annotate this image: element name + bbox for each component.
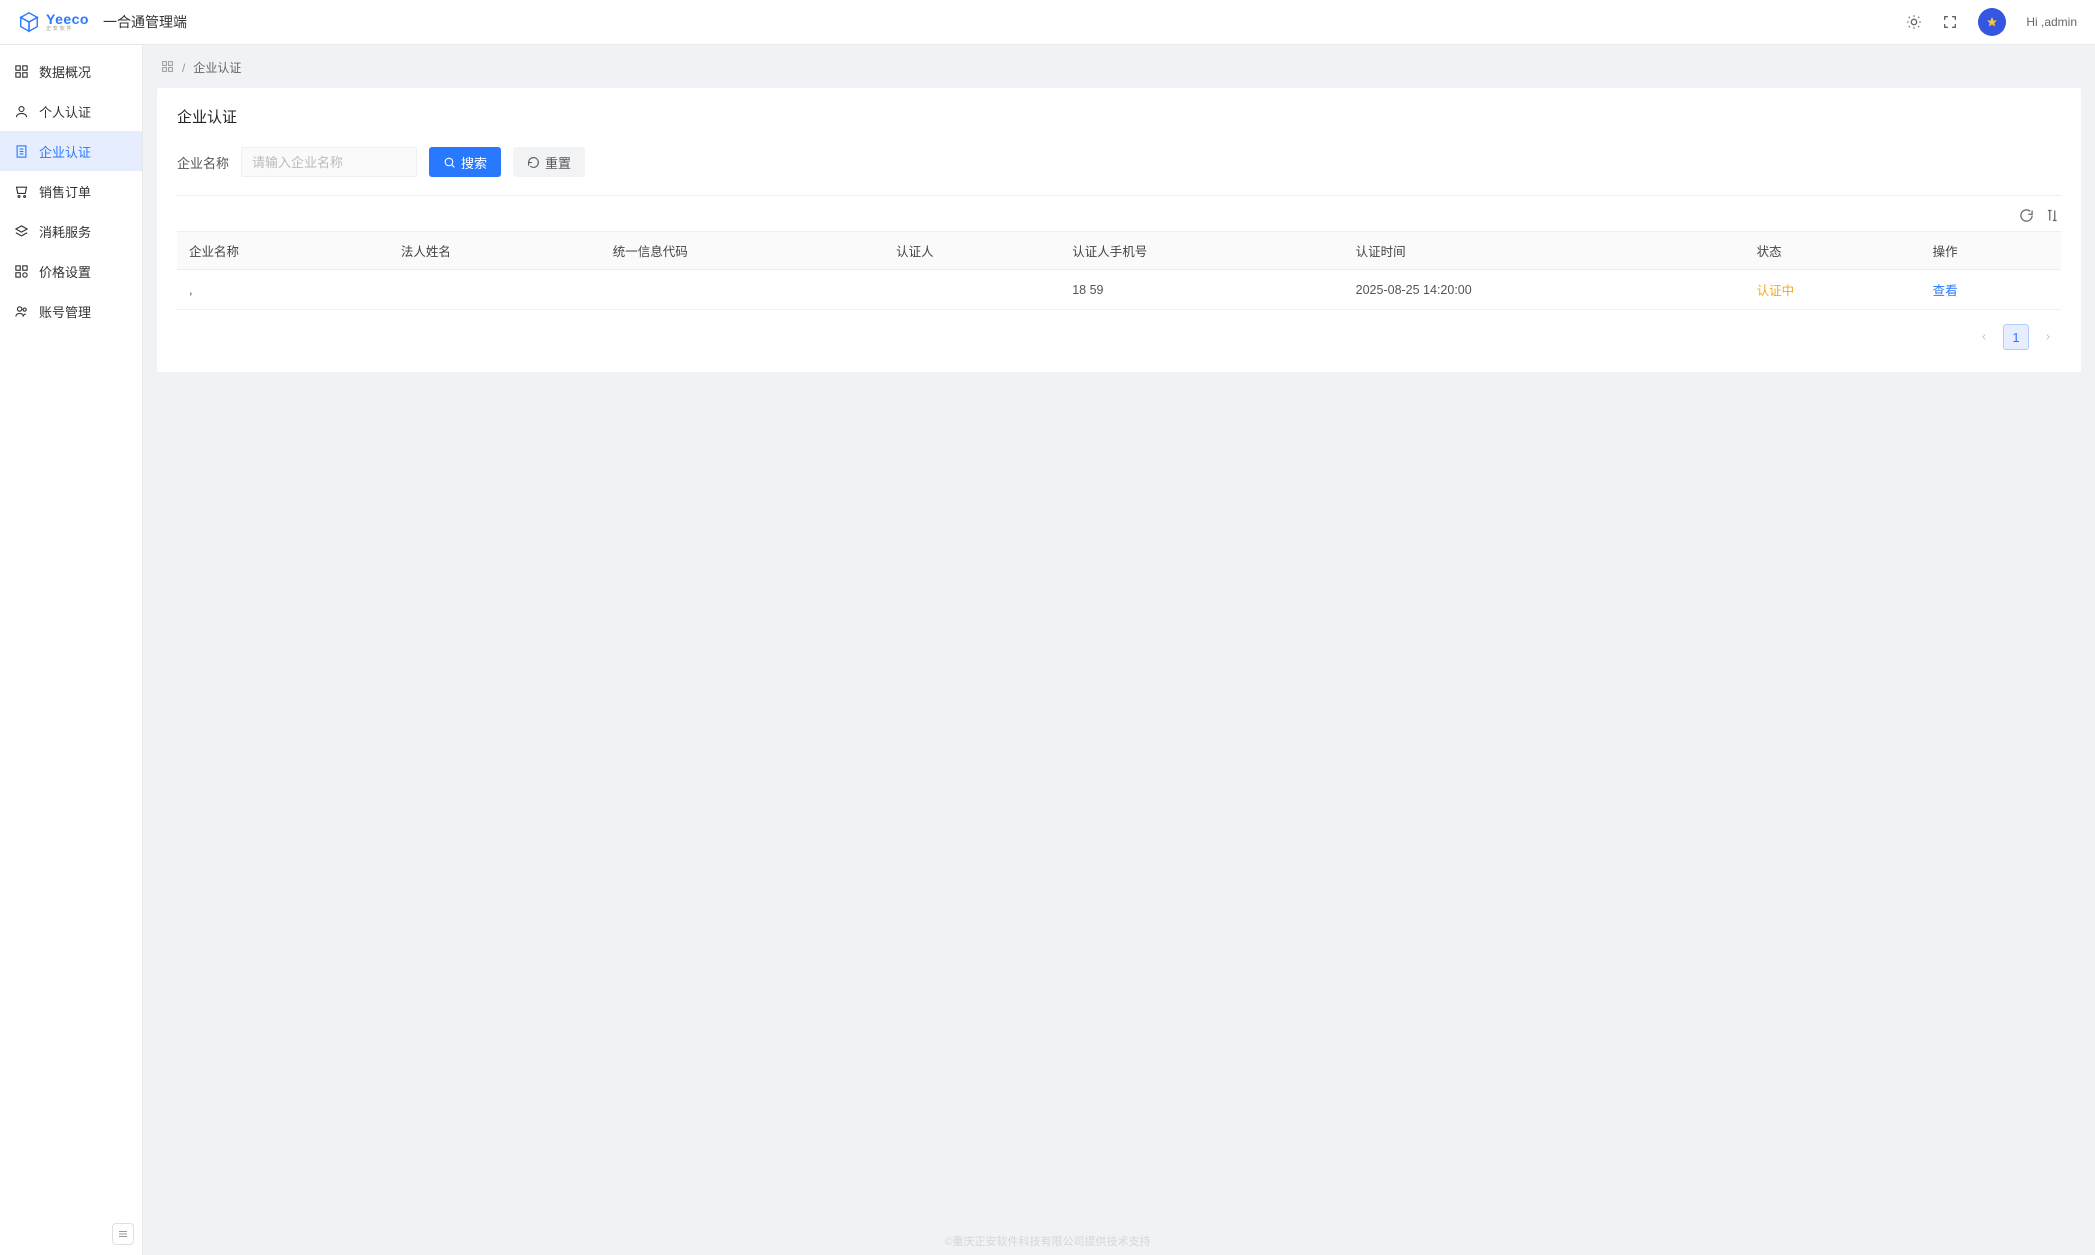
table-row: , 18 59 2025-08-25 14:20:00 认证中 查看: [177, 270, 2061, 310]
search-bar: 企业名称 搜索 重置: [177, 147, 2061, 196]
cell-legal: [389, 270, 601, 310]
company-name-input[interactable]: [241, 147, 417, 177]
search-icon: [443, 156, 456, 169]
chevron-right-icon: [2043, 332, 2053, 342]
chevron-left-icon: [1979, 332, 1989, 342]
app-title: 一合通管理端: [103, 12, 187, 32]
cell-certifier: [884, 270, 1060, 310]
table-refresh-icon[interactable]: [2019, 208, 2034, 223]
sidebar-item-dashboard[interactable]: 数据概况: [0, 51, 142, 91]
footer: ©重庆正安软件科技有限公司提供技术支持: [944, 1233, 1150, 1249]
page-number[interactable]: 1: [2003, 324, 2029, 350]
reset-icon: [527, 156, 540, 169]
content-card: 企业认证 企业名称 搜索 重置: [157, 88, 2081, 372]
sidebar-item-label: 个人认证: [39, 102, 91, 121]
fullscreen-icon[interactable]: [1942, 14, 1958, 30]
col-certifier: 认证人: [884, 232, 1060, 270]
col-code: 统一信息代码: [601, 232, 884, 270]
reset-button[interactable]: 重置: [513, 147, 585, 177]
user-icon: [14, 104, 29, 119]
sidebar-item-label: 消耗服务: [39, 222, 91, 241]
building-icon: [14, 144, 29, 159]
sidebar-item-pricing[interactable]: 价格设置: [0, 251, 142, 291]
col-action: 操作: [1921, 232, 2061, 270]
logo-cube-icon: [18, 11, 40, 33]
breadcrumb-current: 企业认证: [193, 59, 241, 76]
page-title: 企业认证: [177, 106, 2061, 127]
account-icon: [14, 304, 29, 319]
user-label: Hi ,admin: [2026, 15, 2077, 29]
cart-icon: [14, 184, 29, 199]
cell-phone: 18 59: [1060, 270, 1343, 310]
theme-toggle-icon[interactable]: [1906, 14, 1922, 30]
dashboard-icon: [14, 64, 29, 79]
sidebar-item-label: 企业认证: [39, 142, 91, 161]
sidebar-item-accounts[interactable]: 账号管理: [0, 291, 142, 331]
table-settings-icon[interactable]: [2046, 208, 2061, 223]
cell-code: [601, 270, 884, 310]
col-time: 认证时间: [1344, 232, 1745, 270]
logo[interactable]: Yeeco 正安软件: [18, 11, 89, 33]
logo-brand: Yeeco: [46, 12, 89, 26]
sidebar-item-orders[interactable]: 销售订单: [0, 171, 142, 211]
page-next-button[interactable]: [2035, 324, 2061, 350]
cell-company: ,: [177, 270, 389, 310]
view-link[interactable]: 查看: [1933, 284, 1958, 298]
home-icon[interactable]: [161, 60, 174, 76]
stack-icon: [14, 224, 29, 239]
sidebar-item-label: 价格设置: [39, 262, 91, 281]
pagination: 1: [177, 324, 2061, 350]
sidebar-item-consumption[interactable]: 消耗服务: [0, 211, 142, 251]
cell-time: 2025-08-25 14:20:00: [1344, 270, 1745, 310]
breadcrumb-sep: /: [182, 61, 185, 75]
sidebar-item-label: 数据概况: [39, 62, 91, 81]
col-status: 状态: [1745, 232, 1921, 270]
header: Yeeco 正安软件 一合通管理端 Hi ,admin: [0, 0, 2095, 45]
sidebar-item-enterprise-auth[interactable]: 企业认证: [0, 131, 142, 171]
sidebar-item-label: 账号管理: [39, 302, 91, 321]
reset-button-label: 重置: [545, 153, 571, 172]
sidebar-item-personal-auth[interactable]: 个人认证: [0, 91, 142, 131]
avatar[interactable]: [1978, 8, 2006, 36]
data-table: 企业名称 法人姓名 统一信息代码 认证人 认证人手机号 认证时间 状态 操作 ,: [177, 231, 2061, 310]
sidebar-item-label: 销售订单: [39, 182, 91, 201]
page-prev-button[interactable]: [1971, 324, 1997, 350]
cell-status: 认证中: [1745, 270, 1921, 310]
search-button-label: 搜索: [461, 153, 487, 172]
sidebar-collapse-button[interactable]: [112, 1223, 134, 1245]
main: / 企业认证 企业认证 企业名称 搜索 重置: [143, 45, 2095, 1255]
col-legal: 法人姓名: [389, 232, 601, 270]
search-label: 企业名称: [177, 153, 229, 172]
search-button[interactable]: 搜索: [429, 147, 501, 177]
sidebar: 数据概况 个人认证 企业认证 销售订单 消耗服务 价格设置 账号管理: [0, 45, 143, 1255]
col-phone: 认证人手机号: [1060, 232, 1343, 270]
breadcrumb: / 企业认证: [161, 59, 2081, 76]
logo-brand-sub: 正安软件: [46, 26, 83, 31]
tag-icon: [14, 264, 29, 279]
col-company: 企业名称: [177, 232, 389, 270]
